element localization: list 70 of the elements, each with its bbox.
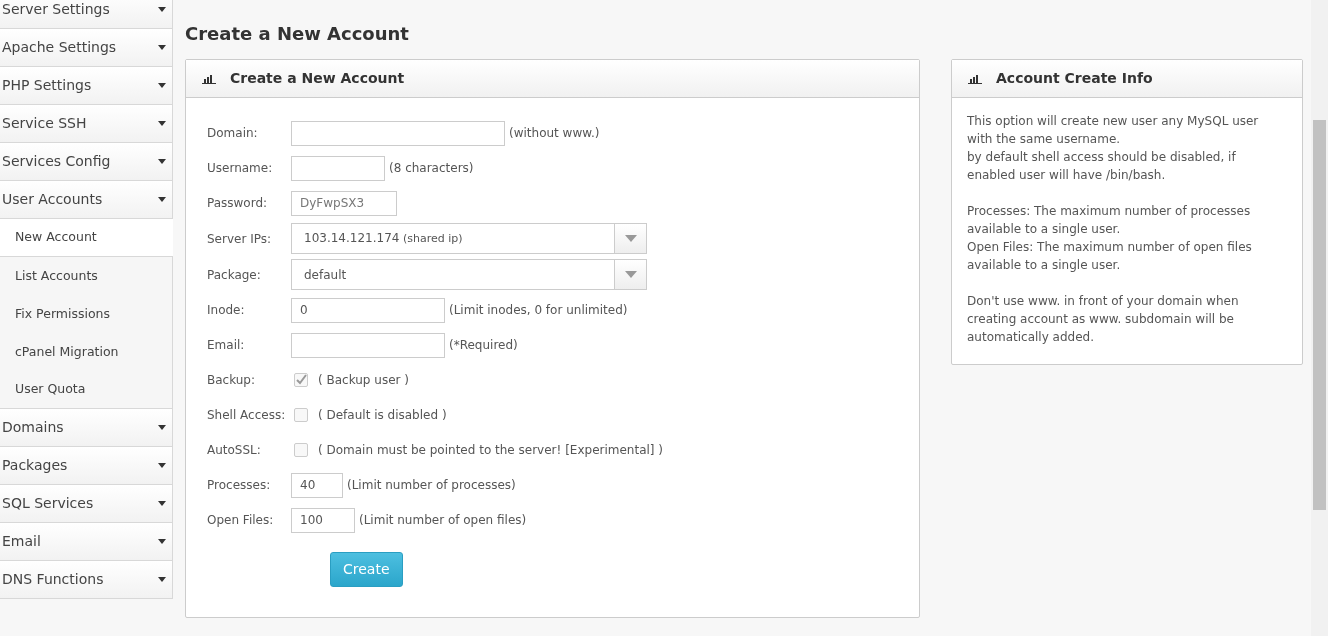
dropdown[interactable]: 103.14.121.174 (shared ip) [291, 223, 647, 254]
caret-icon [158, 539, 166, 544]
input-field[interactable] [291, 155, 385, 181]
info-text: Open Files: The maximum number of open files available to a single user. [967, 239, 1253, 274]
panel-title: Account Create Info [996, 69, 1153, 88]
field-label: AutoSSL: [207, 442, 262, 459]
field-label: Open Files: [207, 512, 275, 529]
sidebar-subitem[interactable]: New Account [0, 219, 173, 257]
field-hint: (*Required) [449, 337, 518, 354]
field-label: Password: [207, 195, 269, 212]
input-field[interactable] [291, 332, 445, 358]
input-field[interactable]: 40 [291, 472, 343, 498]
sidebar-item[interactable]: Email [0, 523, 173, 561]
sidebar-item[interactable]: Server Settings [0, 0, 173, 29]
sidebar-item[interactable]: Service SSH [0, 105, 173, 143]
caret-icon [158, 159, 166, 164]
field-hint: (8 characters) [389, 160, 474, 177]
field-label: Server IPs: [207, 230, 273, 248]
bar-chart-icon [968, 73, 982, 84]
info-text: Processes: The maximum number of processes available to a single user. [967, 203, 1252, 238]
field-label: Processes: [207, 477, 272, 494]
sidebar-item[interactable]: Packages [0, 447, 173, 485]
sidebar-item[interactable]: PHP Settings [0, 67, 173, 105]
info-text: Don't use www. in front of your domain when creating account as www. subdomain will be automatically added. [967, 293, 1240, 346]
field-hint: ( Default is disabled ) [318, 407, 447, 424]
input-field[interactable]: 100 [291, 507, 355, 533]
field-label: Package: [207, 266, 262, 284]
sidebar-item[interactable]: Services Config [0, 143, 173, 181]
sidebar-item[interactable]: DNS Functions [0, 561, 173, 599]
field-hint: (Limit inodes, 0 for unlimited) [449, 302, 628, 319]
caret-icon [158, 463, 166, 468]
caret-icon [624, 235, 637, 242]
input-field[interactable]: DyFwpSX3 [291, 190, 397, 216]
field-hint: ( Backup user ) [318, 372, 409, 389]
caret-icon [158, 121, 166, 126]
field-label: Username: [207, 160, 274, 177]
bar-chart-icon [202, 73, 216, 84]
sidebar-item[interactable]: SQL Services [0, 485, 173, 523]
field-label: Domain: [207, 125, 259, 142]
sidebar-item[interactable]: Domains [0, 409, 173, 447]
caret-icon [158, 7, 166, 12]
field-label: Email: [207, 337, 246, 354]
field-hint: ( Domain must be pointed to the server! [Experimental] ) [318, 442, 664, 459]
caret-icon [158, 577, 166, 582]
info-text: by default shell access should be disabled, if enabled user will have /bin/bash. [967, 149, 1237, 184]
caret-icon [158, 425, 166, 430]
field-hint: (without www.) [509, 125, 600, 142]
checkbox[interactable] [294, 373, 308, 387]
field-label: Inode: [207, 302, 246, 319]
input-field[interactable]: 0 [291, 297, 445, 323]
input-field[interactable] [291, 120, 505, 146]
checkbox[interactable] [294, 408, 308, 422]
caret-icon [158, 197, 166, 202]
field-hint: (Limit number of open files) [359, 512, 527, 529]
field-label: Shell Access: [207, 407, 287, 424]
sidebar-item[interactable]: Apache Settings [0, 29, 173, 67]
panel-title: Create a New Account [230, 69, 405, 88]
caret-icon [158, 501, 166, 506]
page-title: Create a New Account [185, 22, 410, 46]
caret-icon [158, 45, 166, 50]
field-label: Backup: [207, 372, 257, 389]
field-hint: (Limit number of processes) [347, 477, 516, 494]
sidebar-item[interactable]: User Accounts [0, 181, 173, 219]
sidebar-subitem[interactable]: User Quota [0, 371, 173, 409]
dropdown[interactable]: default [291, 259, 647, 290]
caret-icon [158, 83, 166, 88]
caret-icon [624, 271, 637, 278]
scrollbar[interactable] [1311, 0, 1328, 636]
checkbox[interactable] [294, 443, 308, 457]
info-text: This option will create new user any MySQL user with the same username. [967, 113, 1260, 148]
